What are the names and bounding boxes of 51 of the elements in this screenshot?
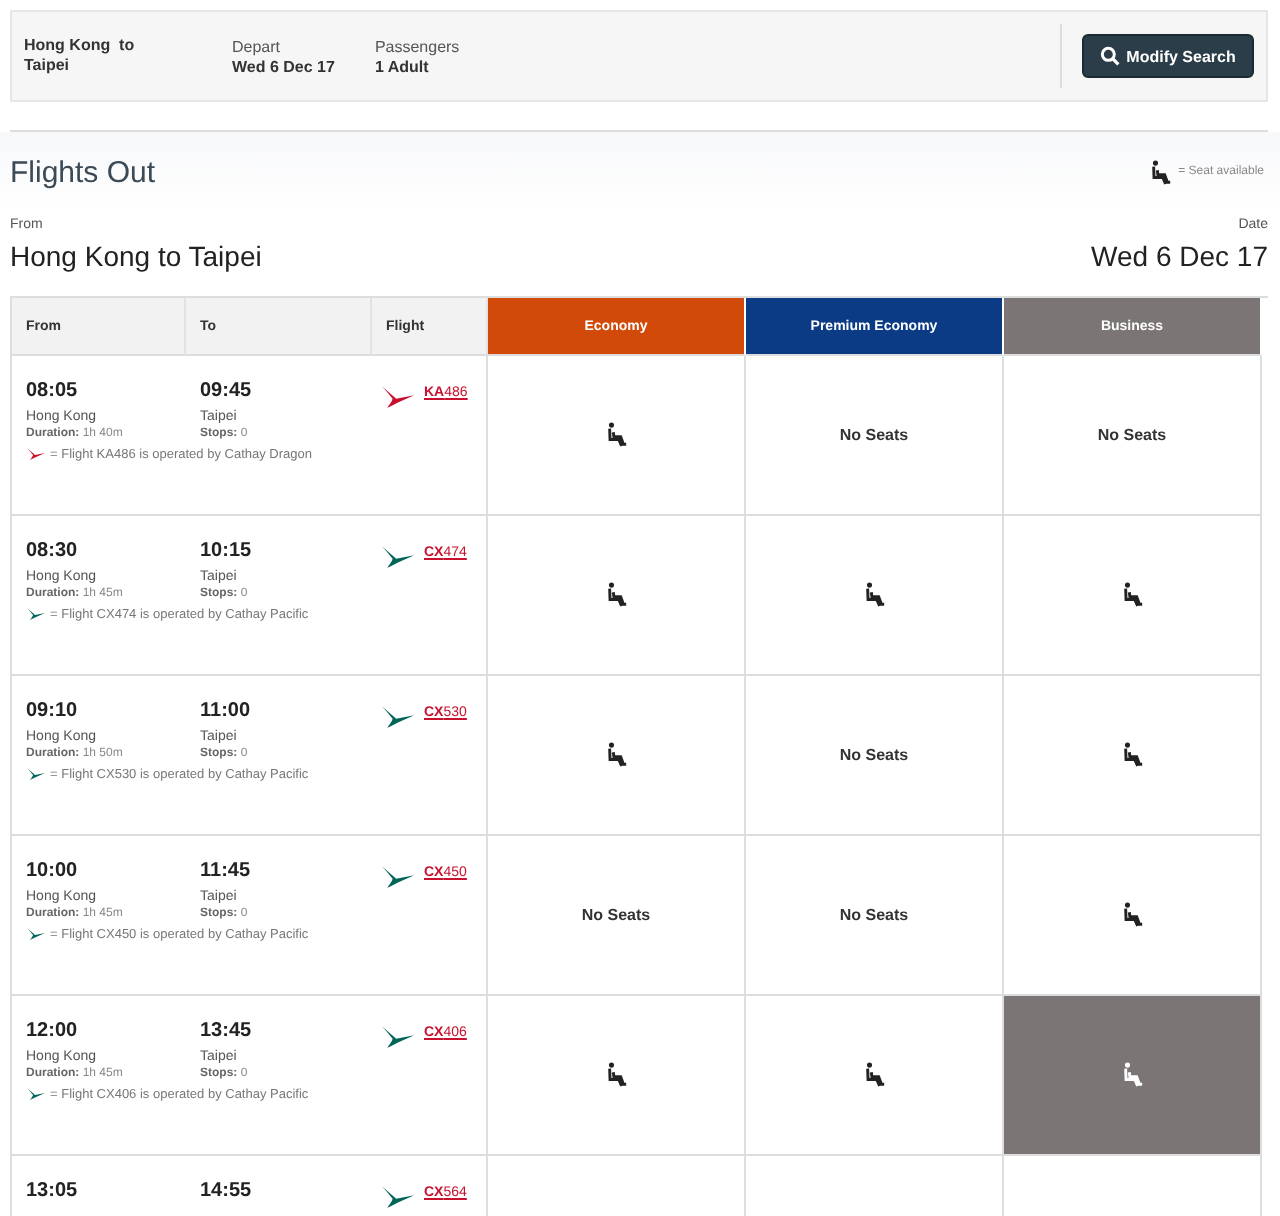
arrival-time: 10:15 <box>200 540 254 562</box>
depart-date: Wed 6 Dec 17 <box>232 57 335 75</box>
departure-time: 08:05 <box>26 380 80 402</box>
arrival-time: 11:45 <box>200 860 253 882</box>
departure-time: 13:05 <box>26 1180 80 1202</box>
fare-cell[interactable] <box>488 516 746 676</box>
route-text: Hong Kong to Taipei <box>22 36 137 76</box>
airline-tail-icon <box>26 766 46 782</box>
fare-cell[interactable] <box>1004 996 1262 1156</box>
seat-icon <box>863 582 885 608</box>
depart-label: Depart <box>232 37 283 55</box>
airline-tail-icon <box>26 926 46 942</box>
departure-time: 12:00 <box>26 1020 80 1042</box>
fare-cell[interactable] <box>488 996 746 1156</box>
airline-tail-icon <box>26 1086 46 1102</box>
seat-icon <box>605 422 627 448</box>
arrival-time: 14:55 <box>200 1180 254 1202</box>
departure-time: 10:00 <box>26 860 80 882</box>
route-heading: Hong Kong to Taipei <box>10 240 262 272</box>
seat-icon <box>1121 902 1143 928</box>
no-seats-text: No Seats <box>839 746 909 764</box>
no-seats-text: No Seats <box>839 906 909 924</box>
fare-cell[interactable] <box>488 676 746 836</box>
seat-icon <box>1121 742 1143 768</box>
modify-search-button[interactable]: Modify Search <box>1082 34 1254 78</box>
seat-icon <box>605 1062 627 1088</box>
arrival-time: 13:45 <box>200 1020 254 1042</box>
seat-icon <box>1121 582 1143 608</box>
passengers-label: Passengers <box>374 37 460 55</box>
no-seats-text: No Seats <box>839 426 909 444</box>
seat-icon <box>605 742 627 768</box>
arrival-time: 09:45 <box>200 380 254 402</box>
fare-cell[interactable] <box>746 516 1004 676</box>
seat-icon <box>1150 159 1173 185</box>
search-icon <box>1100 46 1121 66</box>
date-heading: Wed 6 Dec 17 <box>1091 240 1268 272</box>
airline-tail-icon <box>26 606 46 622</box>
passengers-count: 1 Adult <box>374 57 431 75</box>
seat-icon <box>605 582 627 608</box>
fare-cell[interactable] <box>1004 676 1262 836</box>
departure-time: 09:10 <box>26 700 80 722</box>
section-title: Flights Out <box>10 155 156 189</box>
fare-cell[interactable] <box>488 356 746 516</box>
arrival-time: 11:00 <box>200 700 253 722</box>
seat-icon <box>1121 1062 1143 1088</box>
departure-time: 08:30 <box>26 540 80 562</box>
fare-cell[interactable] <box>1004 516 1262 676</box>
seat-icon <box>863 1062 885 1088</box>
airline-tail-icon <box>26 446 46 462</box>
no-seats-text: No Seats <box>1097 426 1167 444</box>
no-seats-text: No Seats <box>581 906 651 924</box>
